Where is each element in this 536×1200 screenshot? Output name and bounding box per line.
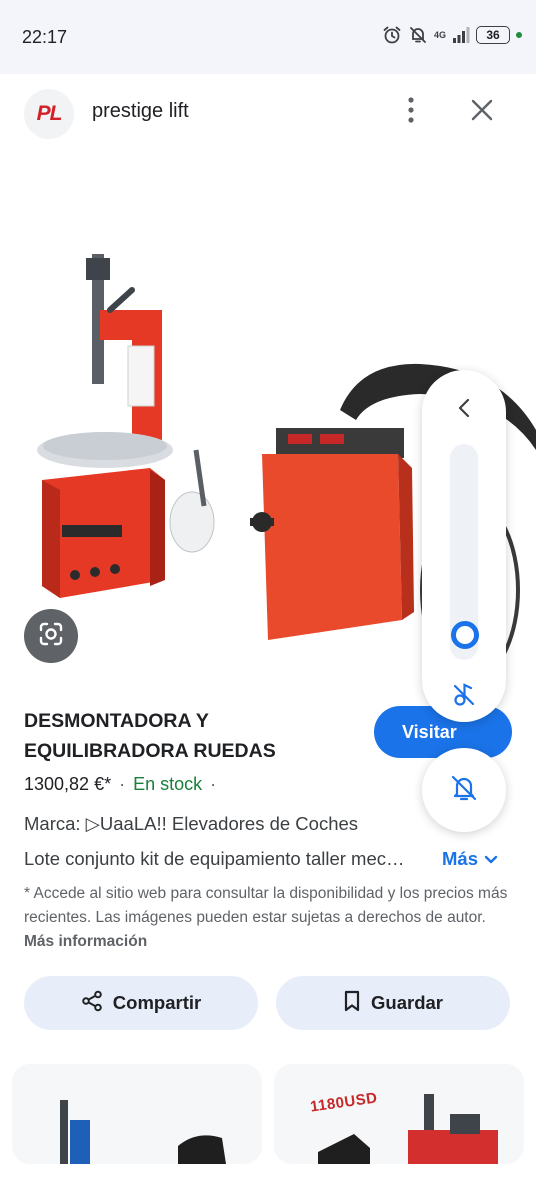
product-description: Lote conjunto kit de equipamiento taller…	[24, 848, 409, 869]
google-lens-icon	[37, 620, 65, 653]
chevron-down-icon	[484, 848, 498, 870]
disclaimer: * Accede al sitio web para consultar la …	[24, 882, 514, 954]
product-price: 1300,82 €*	[24, 774, 112, 794]
related-result-card[interactable]	[12, 1064, 262, 1164]
close-button[interactable]	[466, 96, 498, 128]
share-label: Compartir	[112, 992, 202, 1013]
close-icon	[471, 99, 493, 126]
bell-off-icon	[449, 773, 479, 808]
status-icons: 4G 36	[382, 25, 522, 45]
save-label: Guardar	[371, 992, 443, 1013]
volume-expand-button[interactable]	[450, 396, 478, 424]
battery-level: 36	[486, 28, 500, 42]
media-mute-button[interactable]	[450, 682, 478, 710]
status-time: 22:17	[22, 27, 68, 47]
battery-icon: 36	[476, 26, 510, 44]
chevron-left-icon	[458, 398, 470, 423]
price-line: 1300,82 €* · En stock ·	[24, 774, 216, 795]
notifications-off-icon	[408, 25, 428, 45]
site-logo[interactable]: PL	[24, 89, 74, 139]
google-lens-button[interactable]	[24, 609, 78, 663]
alarm-icon	[382, 25, 402, 45]
save-button[interactable]: Guardar	[276, 976, 510, 1030]
product-title: DESMONTADORA Y EQUILIBRADORA RUEDAS	[24, 710, 276, 762]
site-name[interactable]: prestige lift	[92, 100, 189, 123]
volume-panel	[422, 370, 506, 722]
related-result-card[interactable]: 1180USD	[274, 1064, 524, 1164]
share-icon	[81, 990, 103, 1017]
tire-changer-machine	[37, 254, 215, 598]
brand-line: Marca: ▷UaaLA!! Elevadores de Coches	[24, 813, 359, 834]
music-off-icon	[452, 681, 476, 712]
more-label: Más	[442, 848, 478, 869]
privacy-indicator-dot	[516, 32, 522, 38]
network-label: 4G	[433, 30, 446, 40]
stock-status: En stock	[133, 774, 203, 794]
volume-slider-thumb[interactable]	[451, 620, 479, 649]
disclaimer-text: * Accede al sitio web para consultar la …	[24, 885, 508, 926]
status-bar: 22:17 4G 36	[0, 0, 536, 74]
share-button[interactable]: Compartir	[24, 976, 258, 1030]
related-result-image	[60, 1100, 226, 1164]
separator-dot: ·	[119, 774, 126, 794]
more-options-button[interactable]	[396, 96, 426, 128]
logo-text: PL	[36, 102, 63, 125]
ringer-mode-button[interactable]	[422, 748, 506, 832]
bookmark-icon	[343, 990, 361, 1017]
separator-dot-trailing: ·	[210, 774, 217, 794]
signal-icon	[452, 26, 470, 44]
more-vert-icon	[408, 96, 414, 128]
more-info-link[interactable]: Más información	[24, 933, 147, 950]
more-button[interactable]: Más	[442, 848, 498, 870]
